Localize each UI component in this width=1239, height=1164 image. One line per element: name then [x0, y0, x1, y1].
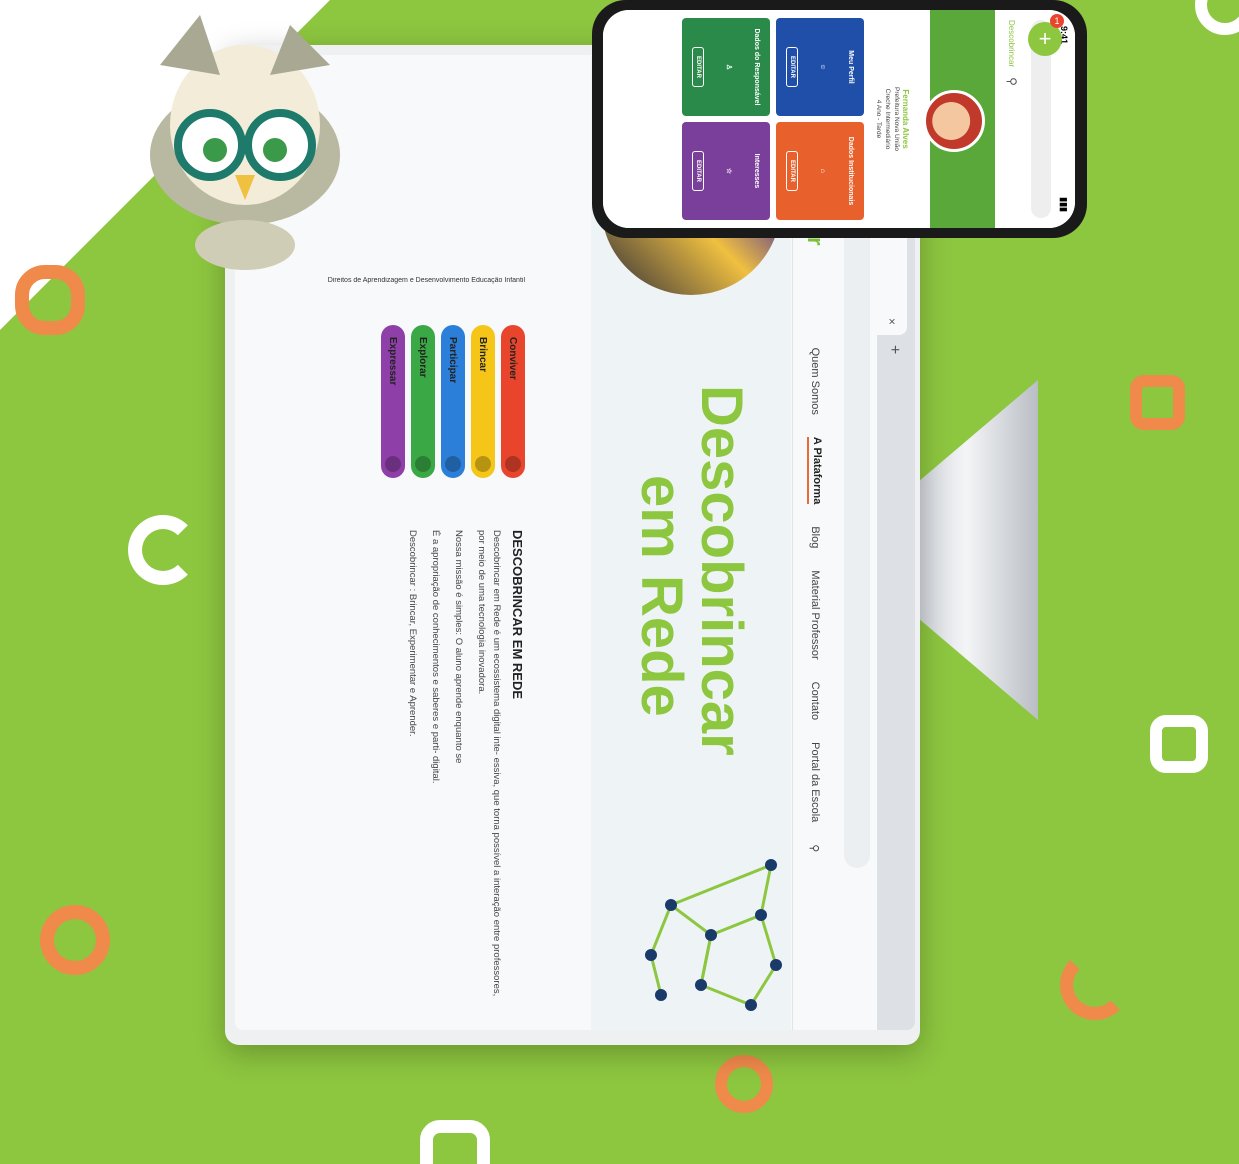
about-paragraph: É a apropriação de conhecimentos e saber…: [430, 530, 441, 784]
profile-cards: Meu Perfil ☺ EDITAR Dados Institucionais…: [672, 10, 874, 228]
phone-screen: 9:41 ▮▮▮ × Descobrincar ⚲ Fernanda Alves…: [603, 10, 1075, 228]
card-dados-institucionais[interactable]: Dados Institucionais ⌂ EDITAR: [776, 122, 864, 220]
profile-name: Fernanda Alves: [901, 89, 910, 149]
notification-badge: 1: [1050, 14, 1064, 28]
profile-shift: 4 Ano - Tarde: [875, 99, 882, 139]
profile-school: Prefeitura Nova União: [893, 87, 900, 151]
conviver-icon: [505, 456, 521, 472]
nav-a-plataforma[interactable]: A Plataforma: [807, 436, 823, 505]
learning-rights-list: Conviver Brincar Participar Explorar Exp…: [381, 325, 525, 478]
about-paragraph: Descobrincar : Brincar, Experimentar e A…: [407, 530, 418, 737]
edit-button[interactable]: EDITAR: [692, 47, 705, 87]
edit-button[interactable]: EDITAR: [786, 47, 799, 87]
nav-quem-somos[interactable]: Quem Somos: [809, 348, 821, 415]
about-title: DESCOBRINCAR EM REDE: [510, 530, 525, 700]
about-paragraph: Descobrincar em Rede é um ecossistema di…: [476, 530, 502, 997]
family-icon: ♙: [724, 63, 732, 71]
hero-title: Descobrincar em Rede: [629, 385, 754, 756]
explorar-icon: [415, 456, 431, 472]
pill-brincar[interactable]: Brincar: [471, 325, 495, 478]
hero-title-line1: Descobrincar: [689, 385, 754, 756]
orange-ring-icon: [15, 265, 85, 335]
search-icon[interactable]: ⚲: [809, 844, 822, 852]
nav-portal-escola[interactable]: Portal da Escola: [809, 742, 821, 822]
card-interesses[interactable]: Interesses ☆ EDITAR: [682, 122, 770, 220]
url-input[interactable]: ■: [844, 156, 870, 869]
nav-blog[interactable]: Blog: [809, 526, 821, 548]
orange-ring-icon: [1060, 950, 1130, 1020]
phone-logo[interactable]: Descobrincar: [1008, 20, 1017, 67]
hero-title-line2: em Rede: [629, 475, 694, 717]
star-icon: ☆: [724, 167, 732, 175]
phone-app: 9:41 ▮▮▮ × Descobrincar ⚲ Fernanda Alves…: [603, 10, 1075, 228]
orange-ring-icon: [715, 1055, 773, 1113]
edit-button[interactable]: EDITAR: [692, 151, 705, 191]
signal-icon: ▮▮▮: [1059, 197, 1070, 212]
participar-icon: [445, 456, 461, 472]
tab-close-icon[interactable]: ×: [885, 318, 899, 325]
network-illustration: [645, 859, 782, 1011]
phone-search-icon[interactable]: ⚲: [1005, 77, 1019, 86]
user-icon: ☺: [819, 63, 827, 71]
about-paragraph: Nossa missão é simples: O aluno aprende …: [453, 530, 464, 764]
card-dados-responsavel[interactable]: Dados do Responsável ♙ EDITAR: [682, 18, 770, 116]
edit-button[interactable]: EDITAR: [786, 151, 799, 191]
orange-ring-icon: [1130, 375, 1185, 430]
pill-participar[interactable]: Participar: [441, 325, 465, 478]
orange-ring-icon: [40, 905, 110, 975]
new-tab-icon[interactable]: +: [885, 345, 903, 354]
profile-banner: [923, 10, 995, 228]
nav-material-professor[interactable]: Material Professor: [809, 570, 821, 659]
white-ring-icon: [1150, 715, 1208, 773]
profile-class: Creche Intermediário: [884, 88, 891, 150]
pill-explorar[interactable]: Explorar: [411, 325, 435, 478]
nav-contato[interactable]: Contato: [809, 682, 821, 721]
white-ring-icon: [128, 515, 198, 585]
white-ring-icon: [420, 1120, 490, 1164]
brincar-icon: [475, 456, 491, 472]
phone-header: Descobrincar ⚲: [995, 10, 1029, 228]
home-icon: ⌂: [819, 168, 827, 174]
owl-mascot: [150, 15, 340, 270]
card-meu-perfil[interactable]: Meu Perfil ☺ EDITAR: [776, 18, 864, 116]
about-section: DESCOBRINCAR EM REDE Descobrincar em Red…: [397, 530, 525, 1010]
expressar-icon: [385, 456, 401, 472]
pill-conviver[interactable]: Conviver: [501, 325, 525, 478]
avatar[interactable]: [923, 90, 985, 152]
pill-expressar[interactable]: Expressar: [381, 325, 405, 478]
